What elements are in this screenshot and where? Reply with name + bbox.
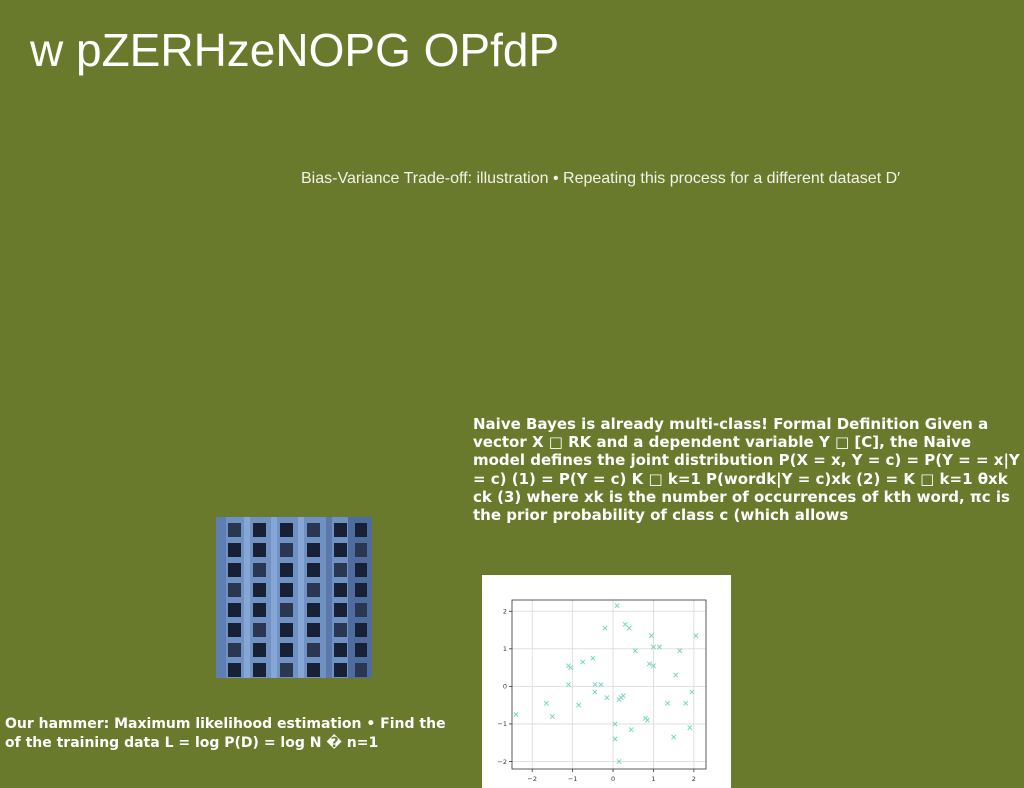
hammer-line-2: of the training data L = log P(D) = log … (5, 734, 379, 751)
scatter-plot: −2 −1 0 1 2 −2 −1 0 1 2 (482, 575, 731, 788)
building-window (280, 623, 293, 637)
building-window (307, 563, 320, 577)
building-window (280, 603, 293, 617)
scatter-point (671, 734, 677, 740)
building-window (334, 563, 347, 577)
building-window (334, 523, 347, 537)
scatter-point (543, 700, 549, 706)
scatter-point (648, 633, 654, 639)
scatter-point (576, 702, 582, 708)
scatter-point (620, 693, 626, 699)
building-window (280, 543, 293, 557)
building-window (280, 523, 293, 537)
x-tick-label: 2 (692, 775, 696, 783)
scatter-point (687, 725, 693, 731)
y-tick-label: −1 (497, 720, 507, 728)
building-window (253, 563, 266, 577)
scatter-point (673, 672, 679, 678)
building-window (355, 643, 367, 657)
building-window (253, 663, 266, 677)
slide-subtitle: Bias-Variance Trade-off: illustration • … (301, 170, 901, 187)
building-window (253, 523, 266, 537)
building-window (334, 583, 347, 597)
building-window (228, 563, 241, 577)
x-tick-label: −1 (568, 775, 578, 783)
scatter-point (602, 625, 608, 631)
building-window (355, 563, 367, 577)
scatter-point (689, 689, 695, 695)
building-window (253, 623, 266, 637)
scatter-point (612, 736, 618, 742)
scatter-point (626, 625, 632, 631)
scatter-plot-svg: −2 −1 0 1 2 −2 −1 0 1 2 (497, 599, 707, 783)
building-window (307, 643, 320, 657)
building-window (355, 603, 367, 617)
scatter-point (628, 727, 634, 733)
hammer-text: Our hammer: Maximum likelihood estimatio… (5, 715, 465, 752)
building-window (280, 663, 293, 677)
scatter-point (614, 603, 620, 609)
building-window (280, 643, 293, 657)
building-window (307, 583, 320, 597)
building-window (228, 663, 241, 677)
building-window (307, 523, 320, 537)
scatter-point (683, 700, 689, 706)
building-window (334, 543, 347, 557)
scatter-point (568, 665, 574, 671)
building-window (228, 583, 241, 597)
scatter-point (665, 700, 671, 706)
scatter-point (644, 717, 650, 723)
building-window (334, 603, 347, 617)
scatter-point (622, 621, 628, 627)
building-window (307, 543, 320, 557)
scatter-point (580, 659, 586, 665)
building-window (253, 603, 266, 617)
y-tick-label: −2 (497, 758, 507, 766)
building-window (355, 543, 367, 557)
building-window (355, 523, 367, 537)
building-window (334, 623, 347, 637)
building-window (307, 663, 320, 677)
building-window (253, 583, 266, 597)
scatter-point (693, 633, 699, 639)
building-window (355, 623, 367, 637)
scatter-point (513, 712, 519, 718)
building-window (228, 623, 241, 637)
y-tick-label: 2 (503, 608, 507, 616)
building-window (280, 563, 293, 577)
naive-bayes-text: Naive Bayes is already multi-class! Form… (473, 415, 1020, 525)
building-illustration (216, 517, 372, 678)
x-tick-label: 0 (611, 775, 615, 783)
scatter-point (549, 713, 555, 719)
y-tick-label: 0 (503, 683, 507, 691)
building-window (228, 643, 241, 657)
building-window (228, 543, 241, 557)
building-window (307, 603, 320, 617)
y-tick-label: 1 (503, 645, 507, 653)
scatter-point (590, 655, 596, 661)
building-photo (216, 517, 372, 678)
building-window (334, 663, 347, 677)
scatter-point (592, 689, 598, 695)
plot-frame (511, 599, 707, 770)
building-window (355, 583, 367, 597)
building-window (280, 583, 293, 597)
scatter-point (604, 695, 610, 701)
building-window (228, 523, 241, 537)
building-window (334, 643, 347, 657)
x-tick-label: 1 (651, 775, 655, 783)
slide-title: w pZERHzeNOPG OPfdP (30, 24, 560, 76)
building-window (253, 543, 266, 557)
building-window (307, 623, 320, 637)
building-window (253, 643, 266, 657)
building-window (228, 603, 241, 617)
building-window (355, 663, 367, 677)
hammer-line-1: Our hammer: Maximum likelihood estimatio… (5, 716, 446, 732)
x-tick-label: −2 (527, 775, 537, 783)
